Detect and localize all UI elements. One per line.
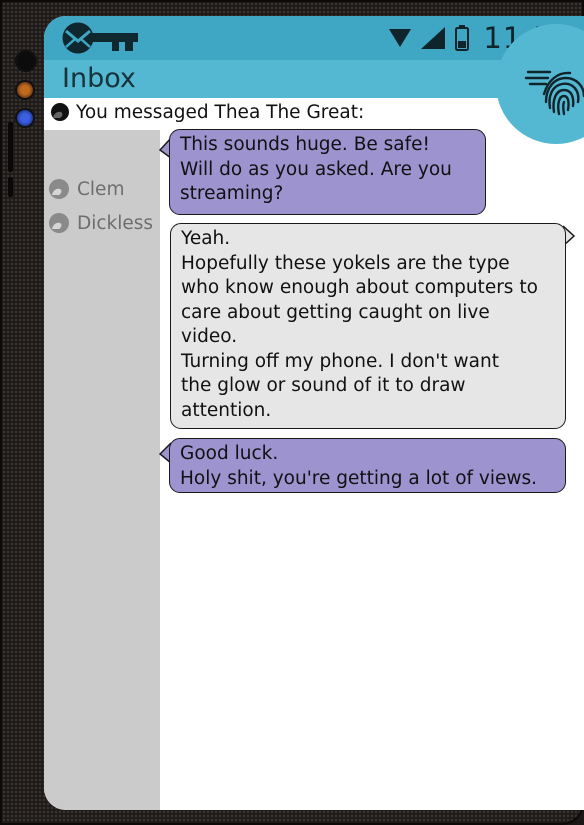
message-line: Turning off my phone. I don't want bbox=[181, 350, 499, 372]
message-line: Yeah. bbox=[181, 228, 231, 249]
message-line: Hopefully these yokels are the type bbox=[181, 252, 510, 274]
message-line: video. bbox=[181, 326, 238, 347]
message-bubble-incoming: This sounds huge. Be safe! Will do as yo… bbox=[169, 129, 486, 215]
phone-frame: 11:57 Inbox You message bbox=[0, 0, 584, 825]
message-bubble-incoming: Good luck. Holy shit, you're getting a l… bbox=[169, 438, 566, 493]
battery-icon bbox=[455, 25, 470, 51]
conversation-heading-text: You messaged Thea The Great: bbox=[76, 101, 365, 123]
front-sensor-icon bbox=[15, 50, 37, 72]
message-line: who know enough about computers to bbox=[181, 277, 538, 298]
conversation-heading: You messaged Thea The Great: bbox=[50, 100, 364, 124]
message-line: streaming? bbox=[180, 183, 284, 204]
message-line: the glow or sound of it to draw bbox=[181, 375, 466, 396]
message-line: Holy shit, you're getting a lot of views… bbox=[180, 467, 538, 489]
contact-item-clem[interactable]: Clem bbox=[48, 178, 160, 200]
message-line: Good luck. bbox=[180, 443, 279, 464]
message-line: Will do as you asked. Are you bbox=[180, 158, 452, 180]
page-title: Inbox bbox=[62, 63, 136, 94]
signal-icon bbox=[421, 27, 446, 49]
camera-lens-icon bbox=[15, 108, 35, 128]
user-avatar-icon bbox=[51, 103, 69, 121]
side-button bbox=[8, 122, 13, 172]
contact-item-dickless[interactable]: Dickless bbox=[48, 212, 160, 234]
fingerprint-icon[interactable] bbox=[524, 64, 584, 126]
message-line: attention. bbox=[181, 399, 272, 421]
message-line: This sounds huge. Be safe! bbox=[180, 134, 430, 155]
camera-lens-icon bbox=[15, 80, 35, 100]
contact-list: Clem Dickless bbox=[44, 130, 160, 810]
contact-name: Clem bbox=[77, 178, 125, 200]
wifi-icon bbox=[389, 29, 412, 47]
message-bubble-outgoing: Yeah. Hopefully these yokels are the typ… bbox=[170, 223, 566, 429]
contact-avatar-icon bbox=[49, 213, 69, 233]
contact-name: Dickless bbox=[77, 212, 154, 234]
envelope-key-logo-icon bbox=[62, 22, 138, 54]
message-line: care about getting caught on live bbox=[181, 301, 490, 323]
contact-avatar-icon bbox=[49, 179, 69, 199]
screen: 11:57 Inbox You message bbox=[44, 16, 584, 810]
side-button bbox=[8, 177, 13, 197]
